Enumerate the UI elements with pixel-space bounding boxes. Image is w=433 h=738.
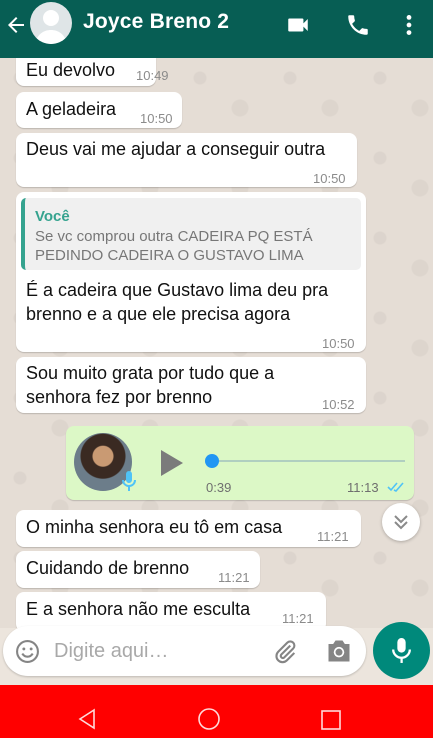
quote-text: Se vc comprou outra CADEIRA PQ ESTÁ PEDI…: [35, 228, 313, 264]
message-text: E a senhora não me esculta: [26, 599, 251, 619]
phone-icon[interactable]: [345, 12, 371, 38]
voice-duration: 0:39: [206, 480, 232, 495]
message-bubble[interactable]: A geladeira 10:50: [16, 92, 182, 128]
chat-area[interactable]: Eu devolvo 10:49 A geladeira 10:50 Deus …: [0, 58, 433, 628]
contact-name[interactable]: Joyce Breno 2: [83, 10, 229, 34]
message-time: 11:21: [282, 611, 314, 626]
more-vert-icon[interactable]: [396, 12, 422, 38]
quoted-message[interactable]: Você Se vc comprou outra CADEIRA PQ ESTÁ…: [21, 198, 361, 270]
camera-icon[interactable]: [325, 638, 353, 664]
message-text: A geladeira: [26, 99, 117, 119]
read-ticks-icon: [387, 482, 404, 492]
message-input-bar[interactable]: Digite aqui…: [3, 626, 366, 676]
message-time: 10:49: [136, 68, 169, 83]
system-navigation-bar: [0, 685, 433, 738]
message-text: Cuidando de brenno: [26, 558, 190, 578]
attach-icon[interactable]: [271, 638, 299, 666]
message-time: 10:50: [140, 111, 173, 126]
message-bubble[interactable]: E a senhora não me esculta 11:21: [16, 592, 326, 628]
recents-nav-icon[interactable]: [320, 709, 342, 731]
home-nav-icon[interactable]: [197, 707, 221, 731]
emoji-icon[interactable]: [15, 639, 40, 664]
message-bubble[interactable]: Sou muito grata por tudo que a senhora f…: [16, 357, 366, 413]
microphone-icon: [392, 638, 411, 663]
play-icon[interactable]: [158, 448, 186, 478]
message-text: Eu devolvo: [26, 60, 116, 80]
message-time: 11:21: [317, 529, 349, 544]
avatar[interactable]: [30, 2, 72, 44]
message-text: Sou muito grata por tudo que a senhora f…: [26, 363, 275, 407]
chat-header: Joyce Breno 2: [0, 0, 433, 58]
message-bubble[interactable]: Cuidando de brenno 11:21: [16, 551, 260, 588]
message-time: 10:50: [322, 336, 355, 351]
back-arrow-icon[interactable]: [4, 13, 28, 37]
audio-progress-track[interactable]: [212, 460, 405, 462]
voice-time: 11:13: [347, 480, 379, 495]
message-time: 10:52: [322, 397, 355, 412]
message-text: Deus vai me ajudar a conseguir outra: [26, 139, 326, 159]
message-text: O minha senhora eu tô em casa: [26, 517, 283, 537]
double-chevron-down-icon: [394, 515, 408, 530]
mic-small-icon: [122, 471, 136, 491]
reply-message-bubble[interactable]: Você Se vc comprou outra CADEIRA PQ ESTÁ…: [16, 192, 366, 352]
back-nav-icon[interactable]: [76, 708, 98, 730]
message-time: 10:50: [313, 171, 346, 186]
voice-record-button[interactable]: [373, 622, 430, 679]
message-input[interactable]: Digite aqui…: [54, 640, 169, 663]
video-call-icon[interactable]: [285, 12, 311, 38]
message-bubble[interactable]: O minha senhora eu tô em casa 11:21: [16, 510, 361, 547]
scroll-down-button[interactable]: [382, 503, 420, 541]
message-bubble[interactable]: Eu devolvo 10:49: [16, 58, 169, 86]
avatar-icon: [35, 10, 67, 44]
voice-message-bubble[interactable]: 0:39 11:13: [66, 426, 414, 500]
quote-author: Você: [35, 208, 70, 225]
audio-progress-handle[interactable]: [205, 454, 219, 468]
message-bubble[interactable]: Deus vai me ajudar a conseguir outra 10:…: [16, 133, 357, 187]
message-time: 11:21: [218, 570, 250, 585]
message-text: É a cadeira que Gustavo lima deu pra bre…: [26, 280, 329, 324]
